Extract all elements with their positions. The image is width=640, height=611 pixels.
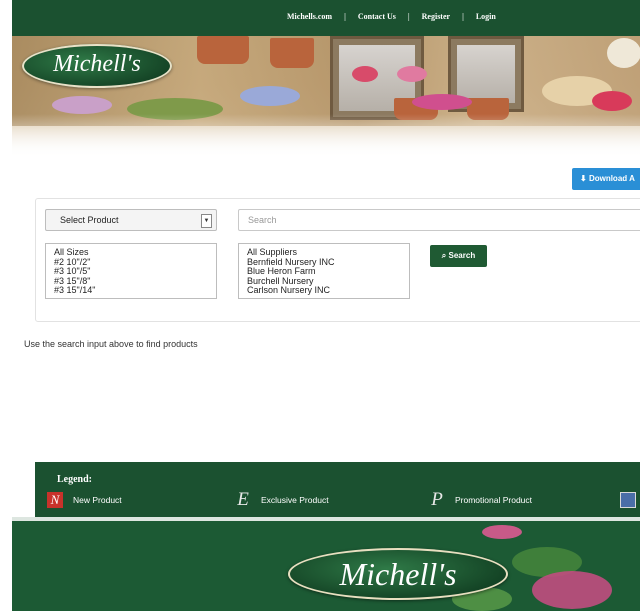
chevron-down-icon: ▼ bbox=[201, 214, 212, 228]
nav-link-contact-us[interactable]: Contact Us bbox=[358, 12, 396, 21]
nav-link-login[interactable]: Login bbox=[476, 12, 496, 21]
download-label: Download A bbox=[588, 174, 635, 183]
flowers bbox=[412, 94, 472, 110]
legend-label: Exclusive Product bbox=[261, 495, 329, 505]
footer-flowers bbox=[532, 571, 612, 609]
new-product-icon: N bbox=[47, 492, 63, 508]
flowers bbox=[607, 38, 640, 68]
nav-link-register[interactable]: Register bbox=[422, 12, 450, 21]
search-button[interactable]: ⌕ Search bbox=[430, 245, 487, 267]
download-icon: ⬇ bbox=[580, 174, 587, 183]
flowers bbox=[352, 66, 378, 82]
top-navigation: Michells.com | Contact Us | Register | L… bbox=[12, 0, 640, 36]
legend-item-promotional: P Promotional Product bbox=[429, 489, 533, 510]
site-logo[interactable]: Michell's bbox=[22, 44, 172, 88]
flower-pot bbox=[197, 36, 249, 64]
product-select-value: Select Product bbox=[60, 215, 119, 225]
download-button[interactable]: ⬇ Download A bbox=[572, 168, 640, 190]
search-input[interactable]: Search bbox=[238, 209, 640, 231]
legend-item-new: N New Product bbox=[47, 492, 122, 508]
search-placeholder: Search bbox=[248, 215, 277, 225]
top-links: Michells.com | Contact Us | Register | L… bbox=[287, 12, 496, 21]
legend-label: Promotional Product bbox=[455, 495, 533, 505]
legend-label: New Product bbox=[73, 495, 122, 505]
legend-title: Legend: bbox=[57, 474, 92, 485]
size-listbox[interactable]: All Sizes #2 10"/2" #3 10"/5" #3 15"/8" … bbox=[45, 243, 217, 299]
footer-logo[interactable]: Michell's bbox=[288, 548, 508, 600]
product-select[interactable]: Select Product ▼ bbox=[45, 209, 217, 231]
footer-flowers bbox=[482, 525, 522, 539]
supplier-listbox[interactable]: All Suppliers Bernfield Nursery INC Blue… bbox=[238, 243, 410, 299]
exclusive-product-icon: E bbox=[237, 489, 249, 510]
search-hint: Use the search input above to find produ… bbox=[24, 339, 198, 349]
footer-logo-text: Michell's bbox=[339, 556, 457, 592]
footer-divider bbox=[12, 517, 640, 521]
nav-separator: | bbox=[407, 12, 410, 21]
logo-text: Michell's bbox=[53, 51, 141, 77]
nav-separator: | bbox=[462, 12, 464, 21]
size-option[interactable]: #3 15"/14" bbox=[54, 285, 216, 296]
flowers bbox=[52, 96, 112, 114]
flowers bbox=[240, 86, 300, 106]
legend-bar: Legend: N New Product E Exclusive Produc… bbox=[35, 462, 640, 517]
promotional-product-icon: P bbox=[431, 489, 443, 510]
flower-pot bbox=[270, 38, 314, 68]
flowers bbox=[592, 91, 632, 111]
nav-separator: | bbox=[344, 12, 346, 21]
image-icon bbox=[620, 492, 636, 508]
magnifier-icon: ⌕ bbox=[441, 251, 447, 260]
nav-link-michells[interactable]: Michells.com bbox=[287, 12, 332, 21]
hero-fade bbox=[12, 114, 640, 158]
supplier-option[interactable]: Carlson Nursery INC bbox=[247, 285, 409, 296]
search-button-label: Search bbox=[448, 251, 476, 260]
flowers bbox=[397, 66, 427, 82]
legend-item-extra bbox=[620, 492, 636, 508]
legend-item-exclusive: E Exclusive Product bbox=[235, 489, 329, 510]
